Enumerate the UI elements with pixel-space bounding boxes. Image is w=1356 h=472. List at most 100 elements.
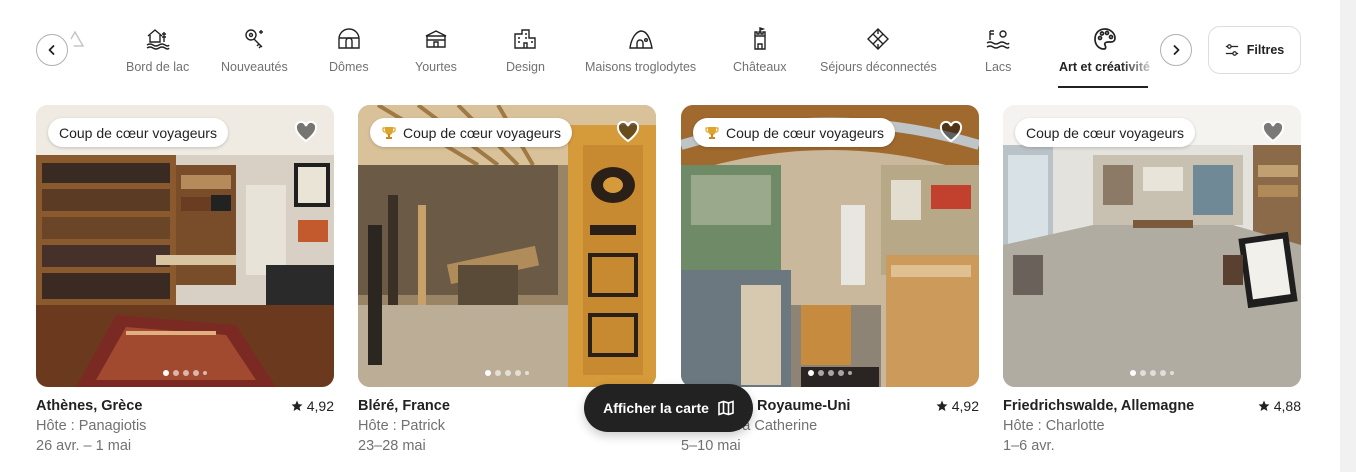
pagination-dot bbox=[818, 370, 824, 376]
category-lacs[interactable]: Lacs bbox=[985, 26, 1011, 74]
listing-dates: 5–10 mai bbox=[681, 438, 741, 454]
category-nouveautes[interactable]: Nouveautés bbox=[221, 26, 288, 74]
chevron-right-icon bbox=[1173, 45, 1180, 55]
show-map-button[interactable]: Afficher la carte bbox=[584, 384, 753, 432]
listing-host: Hôte : Charlotte bbox=[1003, 418, 1105, 434]
listing-image bbox=[681, 105, 979, 387]
active-category-underline bbox=[1058, 86, 1148, 88]
show-map-label: Afficher la carte bbox=[603, 400, 709, 416]
category-label: Dômes bbox=[329, 60, 369, 74]
lake-house-icon bbox=[145, 26, 171, 52]
heart-icon[interactable] bbox=[294, 120, 318, 144]
listing-photo[interactable]: Coup de cœur voyageurs bbox=[358, 105, 656, 387]
pagination-dot bbox=[828, 370, 834, 376]
heart-icon[interactable] bbox=[616, 120, 640, 144]
listing-rating: 4,92 bbox=[936, 398, 979, 414]
filters-label: Filtres bbox=[1246, 43, 1285, 57]
category-label: Bord de lac bbox=[126, 60, 190, 74]
category-label: Nouveautés bbox=[221, 60, 288, 74]
guest-favorite-badge: Coup de cœur voyageurs bbox=[1015, 118, 1195, 147]
chevron-left-icon bbox=[48, 45, 55, 55]
photo-pagination bbox=[358, 370, 656, 376]
listing-image bbox=[36, 105, 334, 387]
category-label: Maisons troglodytes bbox=[585, 60, 697, 74]
category-sejours-deconnectes[interactable]: Séjours déconnectés bbox=[820, 26, 937, 74]
star-icon bbox=[291, 400, 303, 411]
listing-photo[interactable]: Coup de cœur voyageurs bbox=[1003, 105, 1301, 387]
star-icon bbox=[1258, 400, 1270, 411]
category-bar: e Bord de lac Nouveautés Dômes Yourtes D… bbox=[0, 0, 1340, 90]
heart-icon[interactable] bbox=[1261, 120, 1285, 144]
trophy-icon bbox=[705, 126, 719, 139]
pagination-dot bbox=[505, 370, 511, 376]
pagination-dot bbox=[193, 370, 199, 376]
palette-icon bbox=[1092, 26, 1118, 52]
yurt-icon bbox=[423, 26, 449, 52]
pagination-dot bbox=[1160, 370, 1166, 376]
badge-label: Coup de cœur voyageurs bbox=[1026, 124, 1184, 141]
pagination-dot bbox=[495, 370, 501, 376]
listing-rating: 4,88 bbox=[1258, 398, 1301, 414]
pagination-dot bbox=[173, 370, 179, 376]
listing-card[interactable]: Coup de cœur voyageurs Friedrichswalde, … bbox=[1003, 105, 1301, 454]
sliders-icon bbox=[1225, 44, 1238, 56]
filters-button[interactable]: Filtres bbox=[1208, 26, 1301, 74]
category-yourtes[interactable]: Yourtes bbox=[415, 26, 457, 74]
listing-location: Athènes, Grèce bbox=[36, 398, 143, 414]
dome-icon bbox=[336, 26, 362, 52]
scroll-right-button[interactable] bbox=[1160, 34, 1192, 66]
category-label: Séjours déconnectés bbox=[820, 60, 937, 74]
scroll-left-button[interactable] bbox=[36, 34, 68, 66]
pagination-dot bbox=[183, 370, 189, 376]
rating-value: 4,92 bbox=[951, 398, 979, 414]
badge-label: Coup de cœur voyageurs bbox=[59, 124, 217, 141]
lake-icon bbox=[985, 26, 1011, 52]
design-building-icon bbox=[512, 26, 538, 52]
trophy-icon bbox=[382, 126, 396, 139]
pagination-dot bbox=[1140, 370, 1146, 376]
listing-rating: 4,92 bbox=[291, 398, 334, 414]
page-scrollbar[interactable] bbox=[1340, 0, 1356, 472]
pagination-dot bbox=[1170, 371, 1174, 375]
listing-photo[interactable]: Coup de cœur voyageurs bbox=[36, 105, 334, 387]
badge-label: Coup de cœur voyageurs bbox=[403, 124, 561, 141]
category-bord-de-lac[interactable]: Bord de lac bbox=[126, 26, 189, 74]
category-maisons-troglodytes[interactable]: Maisons troglodytes bbox=[585, 26, 696, 74]
listing-dates: 26 avr. – 1 mai bbox=[36, 438, 132, 454]
rating-value: 4,88 bbox=[1273, 398, 1301, 414]
guest-favorite-badge: Coup de cœur voyageurs bbox=[370, 118, 572, 147]
category-fade bbox=[1120, 20, 1160, 86]
category-domes[interactable]: Dômes bbox=[329, 26, 369, 74]
listing-host: Hôte : Panagiotis bbox=[36, 418, 147, 434]
rating-value: 4,92 bbox=[306, 398, 334, 414]
listing-card[interactable]: Coup de cœur voyageurs Athènes, Grèce 4,… bbox=[36, 105, 334, 454]
off-grid-icon bbox=[865, 26, 891, 52]
pagination-dot bbox=[838, 370, 844, 376]
map-icon bbox=[718, 400, 734, 416]
photo-pagination bbox=[681, 370, 979, 376]
pagination-dot bbox=[808, 370, 814, 376]
pagination-dot bbox=[485, 370, 491, 376]
pagination-dot bbox=[163, 370, 169, 376]
listing-info: Friedrichswalde, Allemagne 4,88 Hôte : C… bbox=[1003, 398, 1301, 454]
listing-info: Athènes, Grèce 4,92 Hôte : Panagiotis 26… bbox=[36, 398, 334, 454]
star-icon bbox=[936, 400, 948, 411]
category-label: Yourtes bbox=[415, 60, 457, 74]
listing-dates: 23–28 mai bbox=[358, 438, 426, 454]
category-design[interactable]: Design bbox=[506, 26, 545, 74]
photo-pagination bbox=[36, 370, 334, 376]
listing-dates: 1–6 avr. bbox=[1003, 438, 1055, 454]
castle-icon bbox=[747, 26, 773, 52]
heart-icon[interactable] bbox=[939, 120, 963, 144]
pagination-dot bbox=[525, 371, 529, 375]
photo-pagination bbox=[1003, 370, 1301, 376]
cave-house-icon bbox=[628, 26, 654, 52]
listing-image bbox=[358, 105, 656, 387]
category-chateaux[interactable]: Châteaux bbox=[733, 26, 787, 74]
listing-photo[interactable]: Coup de cœur voyageurs bbox=[681, 105, 979, 387]
guest-favorite-badge: Coup de cœur voyageurs bbox=[48, 118, 228, 147]
listing-image bbox=[1003, 105, 1301, 387]
guest-favorite-badge: Coup de cœur voyageurs bbox=[693, 118, 895, 147]
pagination-dot bbox=[848, 371, 852, 375]
category-label: Design bbox=[506, 60, 545, 74]
